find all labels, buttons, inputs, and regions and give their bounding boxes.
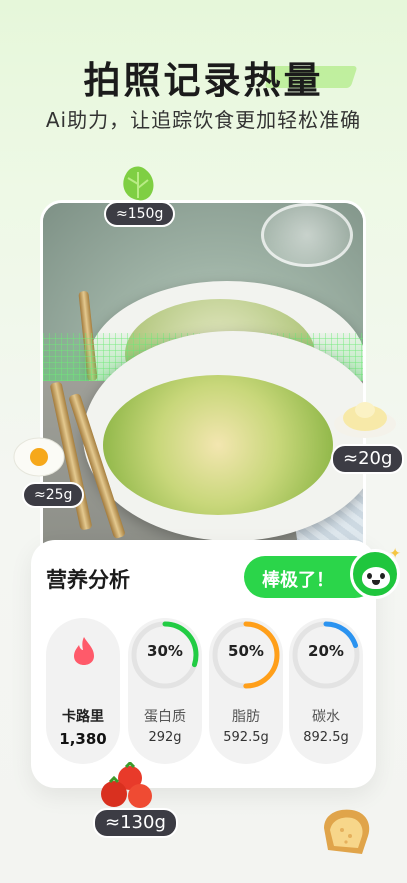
protein-stat: 30% 蛋白质 292g [128,618,202,764]
salad-bottom [103,375,333,515]
fat-label: 脂肪 [232,709,260,725]
weight-tag-sauce: ≈20g [331,444,405,474]
weight-tag-lettuce: ≈150g [104,201,176,227]
food-photo [40,200,366,570]
tomato-icon [101,762,152,808]
sauce-icon [334,402,396,438]
calories-stat: 卡路里 1,380 [46,618,120,764]
carbs-label: 碳水 [312,709,340,725]
lettuce-icon [123,166,154,201]
protein-value: 292g [148,730,182,745]
page-subtitle: Ai助力，让追踪饮食更加轻松准确 [45,108,362,132]
weight-tag-egg: ≈25g [22,482,85,508]
carbs-percent: 20% [308,642,344,660]
fat-value: 592.5g [223,730,269,745]
flame-icon [74,637,94,665]
glass [261,203,353,267]
calories-value: 1,380 [59,730,107,748]
page-title: 拍照记录热量 [83,59,324,102]
fat-percent: 50% [228,642,264,660]
fat-stat: 50% 脂肪 592.5g [209,618,283,764]
carbs-value: 892.5g [303,730,349,745]
carbs-stat: 20% 碳水 892.5g [289,618,363,764]
bread-icon [324,809,370,854]
egg-icon [13,437,65,477]
protein-label: 蛋白质 [144,709,186,725]
mascot-icon: ✦ [350,546,401,599]
calories-label: 卡路里 [62,709,104,725]
weight-tag-tomato: ≈130g [93,808,178,838]
protein-percent: 30% [147,642,183,660]
nutrition-title: 营养分析 [46,568,130,592]
